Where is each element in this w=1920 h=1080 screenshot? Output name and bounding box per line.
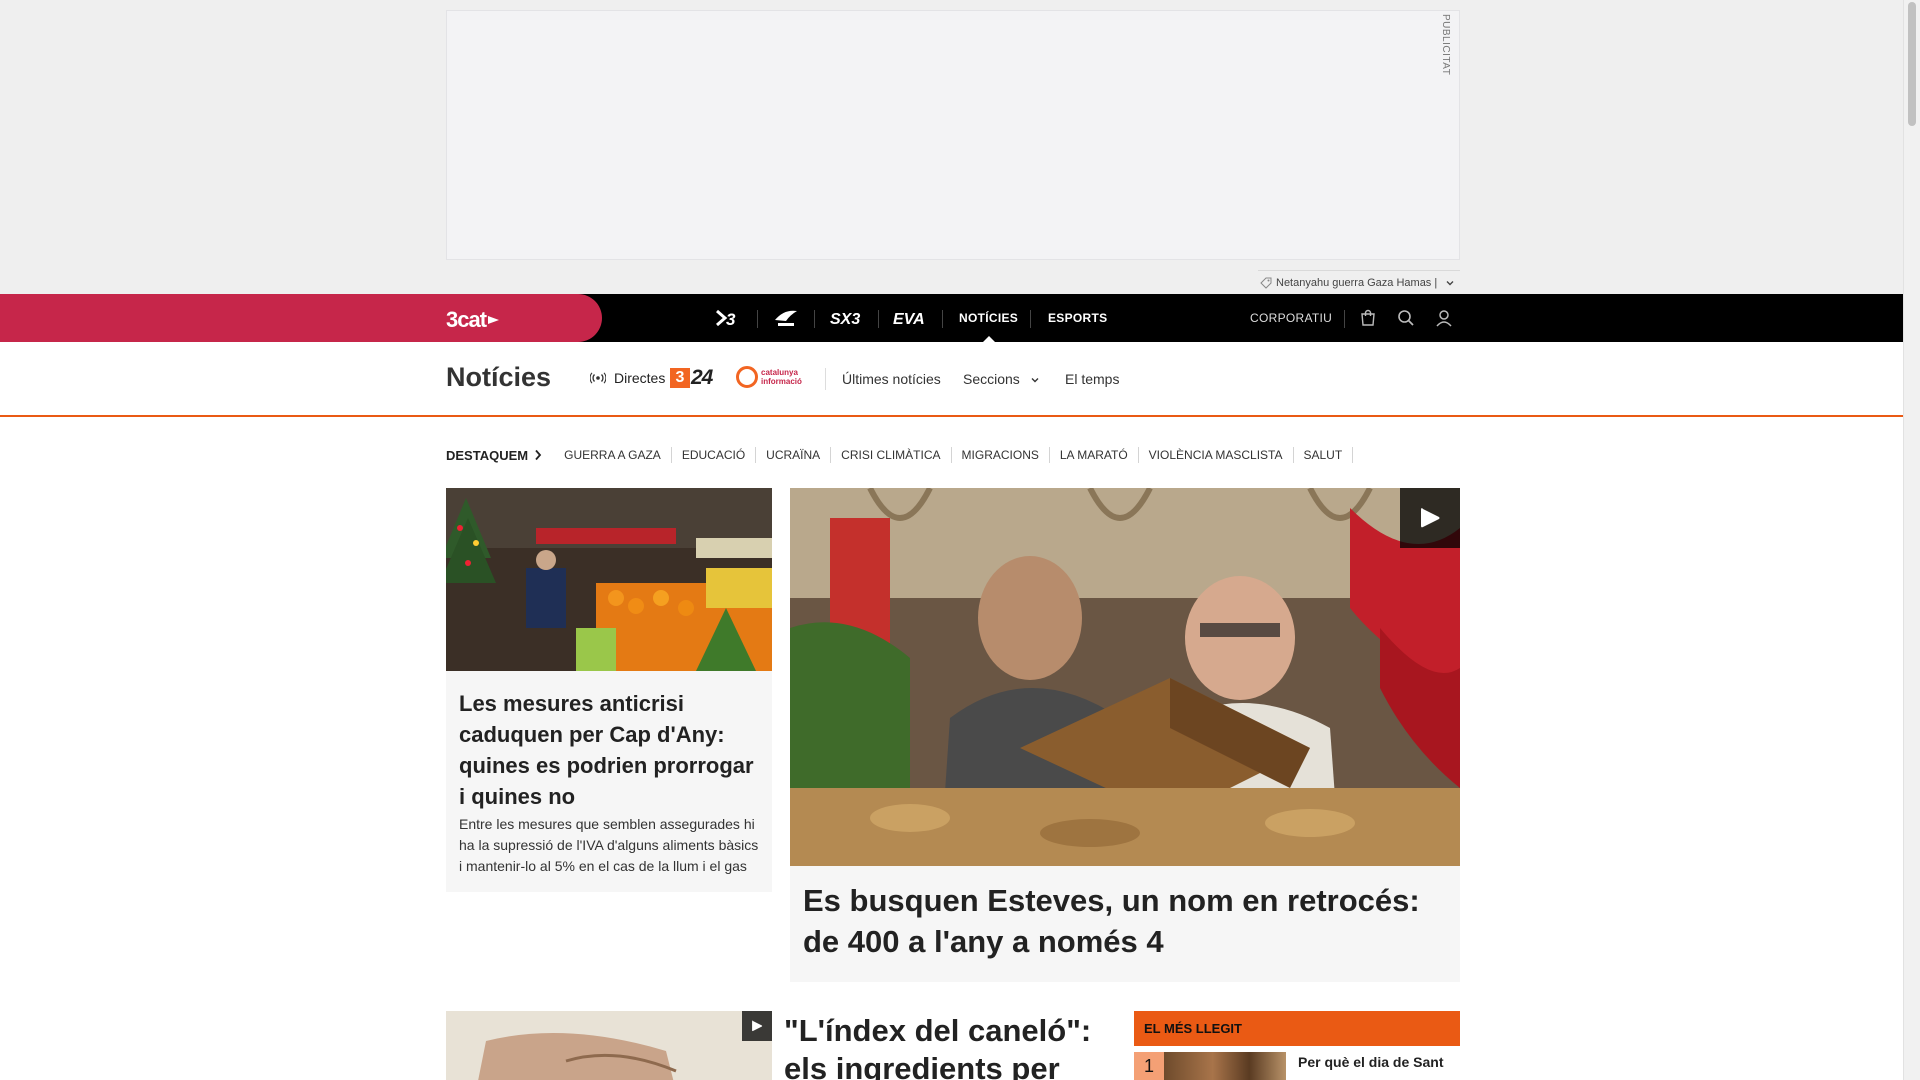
live-broadcast-icon xyxy=(590,372,606,384)
trending-topics-bar[interactable]: Netanyahu guerra Gaza Hamas | xyxy=(1258,270,1460,294)
most-read-item[interactable]: 1 Per què el dia de Sant xyxy=(1134,1052,1460,1080)
tag-link[interactable]: CRISI CLIMÀTICA xyxy=(831,447,952,463)
channel-divider xyxy=(1030,310,1031,328)
tag-icon xyxy=(1260,277,1272,289)
ultimes-noticies-link[interactable]: Últimes notícies xyxy=(842,371,941,387)
nav-divider xyxy=(1344,310,1345,328)
ad-banner[interactable] xyxy=(446,10,1460,260)
sx3-logo-icon: SX3 xyxy=(830,311,860,328)
catradio-logo-icon xyxy=(775,310,797,326)
tag-link[interactable]: GUERRA A GAZA xyxy=(554,447,672,463)
article-title[interactable]: Es busquen Esteves, un nom en retrocés: … xyxy=(803,880,1443,962)
seccions-dropdown[interactable]: Seccions xyxy=(963,371,1040,387)
brand-name: 3cat xyxy=(446,307,487,332)
nav-noticies[interactable]: NOTÍCIES xyxy=(959,294,1018,342)
header-divider xyxy=(825,368,826,390)
article-title[interactable]: "L'índex del caneló": els ingredients pe… xyxy=(784,1012,1114,1080)
ad-zone: PUBLICITAT Netanyahu guerra Gaza Hamas | xyxy=(0,0,1903,294)
channel-324-logo[interactable]: 3 24 xyxy=(670,366,713,390)
destaquem-label: DESTAQUEM xyxy=(446,447,529,463)
most-read-widget: EL MÉS LLEGIT 1 Per què el dia de Sant xyxy=(1134,1011,1460,1080)
channel-divider xyxy=(814,310,815,328)
brand-logo[interactable]: 3cat xyxy=(446,307,501,333)
channel-324-mark: 3 xyxy=(670,368,690,388)
ad-label: PUBLICITAT xyxy=(1440,14,1451,76)
highlight-tags: DESTAQUEM GUERRA A GAZA EDUCACIÓ UCRAÏNA… xyxy=(446,446,1354,464)
channel-catradio[interactable] xyxy=(770,294,802,342)
most-read-thumbnail[interactable] xyxy=(1164,1052,1286,1080)
directes-link[interactable]: Directes xyxy=(590,370,665,386)
nav-corporatiu[interactable]: CORPORATIU xyxy=(1250,294,1332,342)
article-card-featured[interactable]: Es busquen Esteves, un nom en retrocés: … xyxy=(790,488,1460,982)
section-header: Notícies Directes 3 24 catalunya informa… xyxy=(0,342,1903,417)
restaurant-photo xyxy=(790,488,1460,866)
channel-eva[interactable]: EVA xyxy=(890,294,930,342)
tag-link[interactable]: VIOLÈNCIA MASCLISTA xyxy=(1139,447,1294,463)
market-photo xyxy=(446,488,772,671)
ci-text: catalunya informació xyxy=(761,368,802,386)
article-title[interactable]: Les mesures anticrisi caduquen per Cap d… xyxy=(459,688,759,812)
el-temps-link[interactable]: El temps xyxy=(1065,371,1119,387)
play-icon xyxy=(1421,508,1440,528)
channel-divider xyxy=(757,310,758,328)
article-image[interactable] xyxy=(790,488,1460,866)
shopping-bag-icon[interactable] xyxy=(1358,308,1378,328)
channel-tv3[interactable]: 3 xyxy=(712,294,744,342)
most-read-title[interactable]: Per què el dia de Sant xyxy=(1298,1054,1444,1070)
tag-link[interactable]: MIGRACIONS xyxy=(952,447,1050,463)
chevron-right-icon xyxy=(535,449,542,461)
search-icon[interactable] xyxy=(1396,308,1416,328)
article-image[interactable] xyxy=(446,488,772,671)
chevron-down-icon[interactable] xyxy=(1445,278,1455,288)
channel-sx3[interactable]: SX3 xyxy=(826,294,868,342)
channel-324-number: 24 xyxy=(691,366,713,389)
tag-link[interactable]: UCRAÏNA xyxy=(756,447,832,463)
chevron-down-icon xyxy=(1031,378,1039,383)
play-icon xyxy=(752,1020,763,1032)
most-read-rank: 1 xyxy=(1134,1052,1164,1080)
trending-topics-text[interactable]: Netanyahu guerra Gaza Hamas | xyxy=(1276,277,1437,289)
article-card[interactable]: Les mesures anticrisi caduquen per Cap d… xyxy=(446,488,772,892)
user-icon[interactable] xyxy=(1434,308,1454,328)
svg-text:EVA: EVA xyxy=(893,311,925,328)
svg-text:3: 3 xyxy=(726,310,736,328)
top-navigation: 3cat 3 SX3 EVA NOTÍCIES ESPORTS CORPORAT… xyxy=(0,294,1903,342)
tag-link[interactable]: EDUCACIÓ xyxy=(672,447,757,463)
eva-logo-icon: EVA xyxy=(893,311,925,328)
most-read-header: EL MÉS LLEGIT xyxy=(1134,1011,1460,1046)
tv3-logo-icon: 3 xyxy=(716,309,736,328)
ci-text-line: catalunya xyxy=(761,368,798,377)
channel-divider xyxy=(942,310,943,328)
cooking-photo xyxy=(446,1011,772,1080)
svg-text:SX3: SX3 xyxy=(830,311,860,328)
seccions-label: Seccions xyxy=(963,371,1020,387)
brand-arrow-icon xyxy=(488,316,500,324)
video-play-badge[interactable] xyxy=(742,1011,772,1041)
page-title[interactable]: Notícies xyxy=(446,362,551,393)
nav-esports[interactable]: ESPORTS xyxy=(1048,294,1107,342)
scrollbar-thumb[interactable] xyxy=(1908,2,1916,126)
destaquem-link[interactable]: DESTAQUEM xyxy=(446,448,542,463)
ci-circle-icon xyxy=(736,366,758,388)
channel-divider xyxy=(878,310,879,328)
page-scrollbar[interactable] xyxy=(1903,0,1920,1080)
tag-link[interactable]: LA MARATÓ xyxy=(1050,447,1139,463)
directes-label: Directes xyxy=(614,370,666,386)
video-play-badge[interactable] xyxy=(1400,488,1460,548)
brand-block: 3cat xyxy=(0,294,602,342)
ci-text-line: informació xyxy=(761,377,802,386)
catalunya-informacio-logo[interactable]: catalunya informació xyxy=(736,366,802,388)
article-card[interactable] xyxy=(446,1011,772,1080)
tag-link[interactable]: SALUT xyxy=(1294,447,1354,463)
article-summary: Entre les mesures que semblen assegurade… xyxy=(459,816,759,874)
